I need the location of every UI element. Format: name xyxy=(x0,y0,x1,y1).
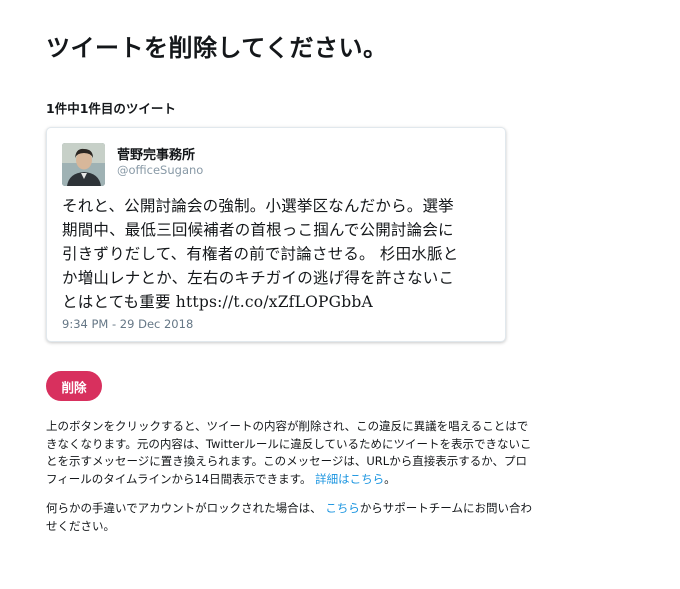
tweet-text-line: 期間中、最低三回候補者の首根っこ掴んで公開討論会に xyxy=(62,221,454,239)
support-suffix-line2: せください。 xyxy=(46,518,115,533)
explanation-line: とを示すメッセージに置き換えられます。このメッセージは、URLから直接表示するか… xyxy=(46,454,527,468)
tweet-text-line: とはとても重要 https://t.co/xZfLOPGbbA xyxy=(62,293,373,311)
delete-explanation: 上のボタンをクリックすると、ツイートの内容が削除され、この違反に異議を唱えること… xyxy=(46,418,591,488)
tweet-text-line: それと、公開討論会の強制。小選挙区なんだから。選挙 xyxy=(62,197,454,215)
explanation-line: フィールのタイムラインから14日間表示できます。 xyxy=(46,471,312,486)
tweet-card: 菅野完事務所 @officeSugano それと、公開討論会の強制。小選挙区なん… xyxy=(46,127,506,342)
support-link[interactable]: こちら xyxy=(325,501,360,515)
tweet-text: それと、公開討論会の強制。小選挙区なんだから。選挙 期間中、最低三回候補者の首根… xyxy=(62,194,502,314)
support-prefix: 何らかの手違いでアカウントがロックされた場合は、 xyxy=(46,501,322,515)
tweet-counter: 1件中1件目のツイート xyxy=(46,101,176,116)
avatar xyxy=(62,143,105,186)
details-suffix: 。 xyxy=(384,471,396,486)
explanation-line: きなくなります。元の内容は、Twitterルールに違反しているためにツイートを表… xyxy=(46,436,532,451)
details-link[interactable]: 詳細はこちら xyxy=(315,472,384,486)
avatar-image xyxy=(62,143,105,186)
page-title: ツイートを削除してください。 xyxy=(46,34,388,62)
support-notice: 何らかの手違いでアカウントがロックされた場合は、 こちらからサポートチームにお問… xyxy=(46,500,591,535)
support-suffix: からサポートチームにお問い合わ xyxy=(359,501,532,515)
tweet-text-line: か増山レナとか、左右のキチガイの逃げ得を許さないこ xyxy=(62,269,455,287)
delete-button[interactable]: 削除 xyxy=(46,371,102,401)
tweet-text-line: 引きずりだして、有権者の前で討論させる。 杉田水脈と xyxy=(62,245,459,263)
author-handle: @officeSugano xyxy=(117,163,204,177)
tweet-timestamp: 9:34 PM - 29 Dec 2018 xyxy=(62,317,194,331)
author-name: 菅野完事務所 xyxy=(117,148,196,163)
explanation-line: 上のボタンをクリックすると、ツイートの内容が削除され、この違反に異議を唱えること… xyxy=(46,419,529,433)
